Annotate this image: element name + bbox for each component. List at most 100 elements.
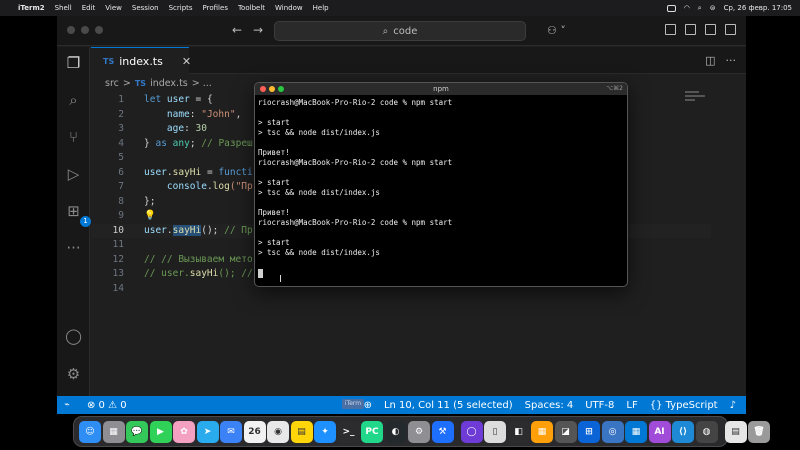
dock-app-dark-icon[interactable]: ◧ [507, 420, 530, 443]
more-icon[interactable]: ··· [64, 239, 83, 258]
dock-documents-icon[interactable]: ▤ [724, 420, 747, 443]
dock-app-blue-icon[interactable]: ◎ [601, 420, 624, 443]
explorer-icon[interactable]: ❐ [64, 54, 83, 73]
terminal-prompt[interactable] [258, 268, 624, 278]
encoding[interactable]: UTF-8 [585, 400, 614, 411]
extensions-icon[interactable]: ⊞ 1 [64, 202, 91, 227]
dock-vscode-icon[interactable]: ⟨⟩ [672, 420, 694, 443]
dock-finder-icon[interactable]: ☺ [79, 420, 101, 443]
dock-preview-icon[interactable]: ▯ [484, 420, 506, 443]
iterm-window[interactable]: npm ⌥⌘2 riocrash@MacBook-Pro-Rio-2 code … [254, 82, 628, 287]
dock-trash-icon[interactable]: 🗑 [748, 420, 770, 443]
terminal-line: > tsc && node dist/index.js [258, 188, 380, 197]
code-token: (); // [218, 268, 253, 279]
dock-app-purple-icon[interactable]: ◯ [460, 420, 483, 443]
notifications-bell-icon[interactable]: ♪ [730, 400, 736, 411]
menu-edit[interactable]: Edit [82, 4, 96, 12]
dock-messages-icon[interactable]: 💬 [126, 420, 148, 443]
breadcrumb-folder[interactable]: src [105, 78, 119, 89]
toggle-sidebar-icon[interactable] [665, 24, 676, 35]
back-arrow-icon[interactable]: ← [232, 23, 242, 37]
code-token: // user. [144, 268, 190, 279]
forward-arrow-icon[interactable]: → [253, 23, 263, 37]
dock-app-orange-icon[interactable]: ▦ [531, 420, 553, 443]
wifi-icon[interactable]: ◠ [684, 4, 690, 12]
dock-app-grid-icon[interactable]: ▦ [625, 420, 647, 443]
manage-gear-icon[interactable]: ⚙ [64, 365, 83, 384]
remote-indicator-icon[interactable]: ⌁ [57, 396, 77, 414]
code-token: } [144, 137, 150, 149]
minimap[interactable] [685, 91, 715, 111]
dock-facetime-icon[interactable]: ▶ [149, 420, 172, 443]
source-control-icon[interactable]: ⑂ [64, 128, 83, 147]
toggle-panel-icon[interactable] [685, 24, 696, 35]
menu-session[interactable]: Session [132, 4, 159, 12]
minimize-window-icon[interactable] [269, 86, 275, 92]
dock-photos-icon[interactable]: ✿ [173, 420, 195, 443]
terminal-output[interactable]: riocrash@MacBook-Pro-Rio-2 code % npm st… [255, 95, 627, 281]
menu-toolbelt[interactable]: Toolbelt [238, 4, 265, 12]
end-of-line[interactable]: LF [626, 400, 637, 411]
dock-notes-icon[interactable]: ▤ [290, 420, 313, 443]
dock-chrome-icon[interactable]: ◉ [267, 420, 289, 443]
search-icon[interactable]: ⌕ [64, 91, 83, 110]
dock-app-gray-icon[interactable]: ◪ [554, 420, 577, 443]
menu-app-name[interactable]: iTerm2 [18, 4, 45, 12]
status-icon[interactable] [666, 4, 676, 12]
more-actions-icon[interactable]: ··· [726, 54, 737, 67]
lightbulb-icon[interactable]: 💡 [144, 210, 156, 221]
command-center-search[interactable]: ⌕ code [274, 21, 526, 41]
zoom-window-icon[interactable] [95, 26, 103, 34]
close-tab-icon[interactable]: ✕ [182, 55, 191, 68]
close-window-icon[interactable] [67, 26, 75, 34]
menu-help[interactable]: Help [313, 4, 329, 12]
dock-xcode-instruments-icon[interactable]: ⚒ [431, 420, 454, 443]
problems-indicator[interactable]: ⊗ 0 ⚠ 0 [87, 400, 127, 411]
breadcrumb-file[interactable]: index.ts [150, 78, 188, 89]
dock-calendar-icon[interactable]: 26 [243, 420, 266, 443]
extensions-badge: 1 [80, 216, 91, 227]
terminal-line: > start [258, 178, 290, 187]
toggle-secondary-sidebar-icon[interactable] [705, 24, 716, 35]
iterm-overlay-label: iTerm [342, 399, 364, 409]
close-window-icon[interactable] [260, 86, 266, 92]
account-icon[interactable]: ◯ [64, 327, 83, 346]
breadcrumb-symbols[interactable]: > ... [192, 78, 212, 89]
dock-telegram-icon[interactable]: ➤ [196, 420, 219, 443]
zoom-icon[interactable]: ⊕ [364, 400, 372, 411]
dock-launchpad-icon[interactable]: ▦ [102, 420, 125, 443]
dock-windows-icon[interactable]: ⊞ [578, 420, 600, 443]
copilot-icon[interactable]: ⚇ ˅ [547, 24, 566, 37]
customize-layout-icon[interactable] [725, 24, 736, 35]
menu-shell[interactable]: Shell [55, 4, 72, 12]
dock-github-icon[interactable]: ◐ [384, 420, 407, 443]
menu-window[interactable]: Window [275, 4, 303, 12]
indentation[interactable]: Spaces: 4 [525, 400, 574, 411]
tab-index-ts[interactable]: TS index.ts ✕ [91, 47, 191, 74]
dock-mail-icon[interactable]: ✉ [220, 420, 242, 443]
code-token: sayHi [172, 166, 202, 178]
dock-terminal-icon[interactable]: >_ [337, 420, 360, 443]
zoom-window-icon[interactable] [278, 86, 284, 92]
control-center-icon[interactable]: ⊜ [710, 4, 716, 12]
code-token: as [155, 137, 167, 149]
activity-bar: ❐ ⌕ ⑂ ▷ ⊞ 1 ··· ◯ ⚙ [57, 47, 91, 399]
terminal-line: > start [258, 118, 290, 127]
menu-scripts[interactable]: Scripts [169, 4, 193, 12]
dock-chatgpt-icon[interactable]: AI [648, 420, 671, 443]
dock-safari-icon[interactable]: ✦ [314, 420, 336, 443]
search-icon[interactable]: ⌕ [698, 4, 702, 13]
menu-profiles[interactable]: Profiles [203, 4, 228, 12]
language-mode[interactable]: {} TypeScript [650, 400, 718, 411]
split-editor-icon[interactable]: ◫ [705, 54, 715, 67]
dock-app-red-icon[interactable]: ◍ [695, 420, 718, 443]
run-debug-icon[interactable]: ▷ [64, 165, 83, 184]
mouse-ibeam-icon: I [279, 274, 282, 285]
cursor-position[interactable]: Ln 10, Col 11 (5 selected) [384, 400, 513, 411]
menubar-datetime[interactable]: Ср, 26 февр. 17:05 [724, 4, 792, 12]
dock-settings-icon[interactable]: ⚙ [408, 420, 430, 443]
minimize-window-icon[interactable] [81, 26, 89, 34]
menu-view[interactable]: View [105, 4, 122, 12]
dock-pycharm-icon[interactable]: PC [361, 420, 383, 443]
terminal-line: Привет! [258, 148, 290, 157]
